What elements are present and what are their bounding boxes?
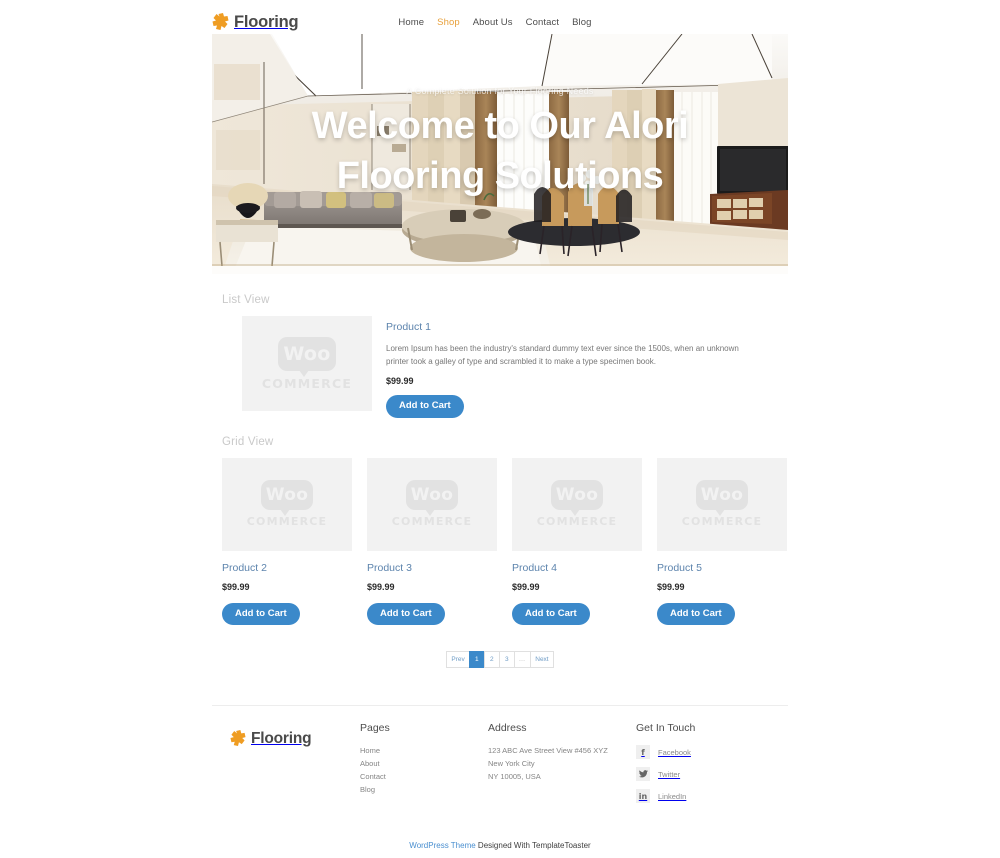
product-title[interactable]: Product 1 [386,321,788,333]
footer-social-title: Get In Touch [636,722,696,735]
footer-pages-column: Pages Home About Contact Blog [360,722,488,811]
list-item: Woo COMMERCE Product 1 Lorem Ipsum has b… [212,316,788,418]
add-to-cart-button[interactable]: Add to Cart [222,602,300,626]
footer-link-home[interactable]: Home [360,745,488,758]
product-card: Woo COMMERCE Product 5 $99.99 Add to Car… [657,457,787,626]
add-to-cart-button[interactable]: Add to Cart [386,395,464,418]
pagination-page-3[interactable]: 3 [498,651,514,669]
product-grid: Woo COMMERCE Product 2 $99.99 Add to Car… [212,457,788,626]
product-price: $99.99 [386,376,414,387]
brand-name: Flooring [234,12,299,31]
footer-social-column: Get In Touch f Facebook Twitter in Linke… [636,722,786,811]
product-image-placeholder[interactable]: Woo COMMERCE [512,457,642,551]
footer-pages-title: Pages [360,722,390,735]
product-title[interactable]: Product 3 [367,562,497,574]
social-link-facebook[interactable]: f Facebook [636,745,786,760]
product-card: Woo COMMERCE Product 2 $99.99 Add to Car… [222,457,352,626]
nav-item-contact[interactable]: Contact [526,17,559,28]
copyright-bar: WordPress Theme Designed With TemplateTo… [0,841,1000,858]
site-logo[interactable]: Flooring [212,12,299,31]
pagination: Prev 1 2 3 … Next [212,651,788,669]
product-image-placeholder[interactable]: Woo COMMERCE [367,457,497,551]
nav-item-shop[interactable]: Shop [437,17,460,28]
puzzle-piece-icon [212,13,229,31]
footer-address-column: Address 123 ABC Ave Street View #456 XYZ… [488,722,636,811]
twitter-icon [636,767,650,782]
list-view-section: List View Woo COMMERCE Product 1 Lorem I… [212,274,788,418]
page-root: Flooring Home Shop About Us Contact Blog [0,0,1000,858]
footer-logo[interactable]: Flooring [230,730,360,747]
product-title[interactable]: Product 5 [657,562,787,574]
nav-item-blog[interactable]: Blog [572,17,591,28]
woocommerce-logo-icon: Woo [696,480,748,517]
address-line-2: New York City [488,759,535,769]
product-price: $99.99 [222,581,250,592]
product-card: Woo COMMERCE Product 3 $99.99 Add to Car… [367,457,497,626]
product-title[interactable]: Product 4 [512,562,642,574]
list-product-info: Product 1 Lorem Ipsum has been the indus… [386,316,788,418]
product-image-placeholder[interactable]: Woo COMMERCE [222,457,352,551]
product-price: $99.99 [657,581,685,592]
wordpress-theme-link[interactable]: WordPress Theme [409,841,475,850]
product-description: Lorem Ipsum has been the industry's stan… [386,344,739,367]
add-to-cart-button[interactable]: Add to Cart [657,602,735,626]
footer-brand-name: Flooring [251,730,312,748]
add-to-cart-button[interactable]: Add to Cart [367,602,445,626]
social-label: Twitter [658,769,681,779]
footer-address-title: Address [488,722,527,735]
footer-link-contact[interactable]: Contact [360,771,488,784]
product-card: Woo COMMERCE Product 4 $99.99 Add to Car… [512,457,642,626]
product-title[interactable]: Product 2 [222,562,352,574]
grid-view-section: Grid View Woo COMMERCE Product 2 $99.99 … [212,418,788,669]
pagination-prev[interactable]: Prev [446,651,469,669]
facebook-icon: f [636,745,650,760]
pagination-page-2[interactable]: 2 [483,651,499,669]
list-view-heading: List View [222,294,270,306]
main-navigation: Home Shop About Us Contact Blog [398,17,591,28]
social-link-linkedin[interactable]: in LinkedIn [636,789,786,804]
site-header: Flooring Home Shop About Us Contact Blog [212,0,788,30]
social-link-twitter[interactable]: Twitter [636,767,786,782]
footer-link-blog[interactable]: Blog [360,784,488,797]
nav-item-about-us[interactable]: About Us [473,17,513,28]
woocommerce-logo-icon: Woo [278,336,336,377]
pagination-page-1[interactable]: 1 [468,651,484,669]
footer-link-about[interactable]: About [360,758,488,771]
footer-brand: Flooring [212,722,360,811]
site-footer: Flooring Pages Home About Contact Blog A… [212,706,788,811]
pagination-ellipsis: … [513,651,531,669]
linkedin-icon: in [636,789,650,804]
woocommerce-logo-icon: Woo [551,480,603,517]
product-price: $99.99 [367,581,395,592]
copyright-text: Designed With TemplateToaster [475,841,591,851]
nav-item-home[interactable]: Home [398,17,424,28]
address-line-1: 123 ABC Ave Street View #456 XYZ [488,746,608,756]
pagination-next[interactable]: Next [530,651,554,669]
product-image-placeholder[interactable]: Woo COMMERCE [242,316,372,411]
product-image-placeholder[interactable]: Woo COMMERCE [657,457,787,551]
woocommerce-logo-icon: Woo [261,480,313,517]
social-label: LinkedIn [658,791,687,801]
product-price: $99.99 [512,581,540,592]
add-to-cart-button[interactable]: Add to Cart [512,602,590,626]
woocommerce-logo-icon: Woo [406,480,458,517]
hero-banner: A Complete Solution for Your Flooring Ne… [212,34,788,274]
social-label: Facebook [658,747,691,757]
hero-image [212,34,788,274]
grid-view-heading: Grid View [222,435,274,448]
puzzle-piece-icon [230,730,246,747]
address-line-3: NY 10005, USA [488,772,541,782]
